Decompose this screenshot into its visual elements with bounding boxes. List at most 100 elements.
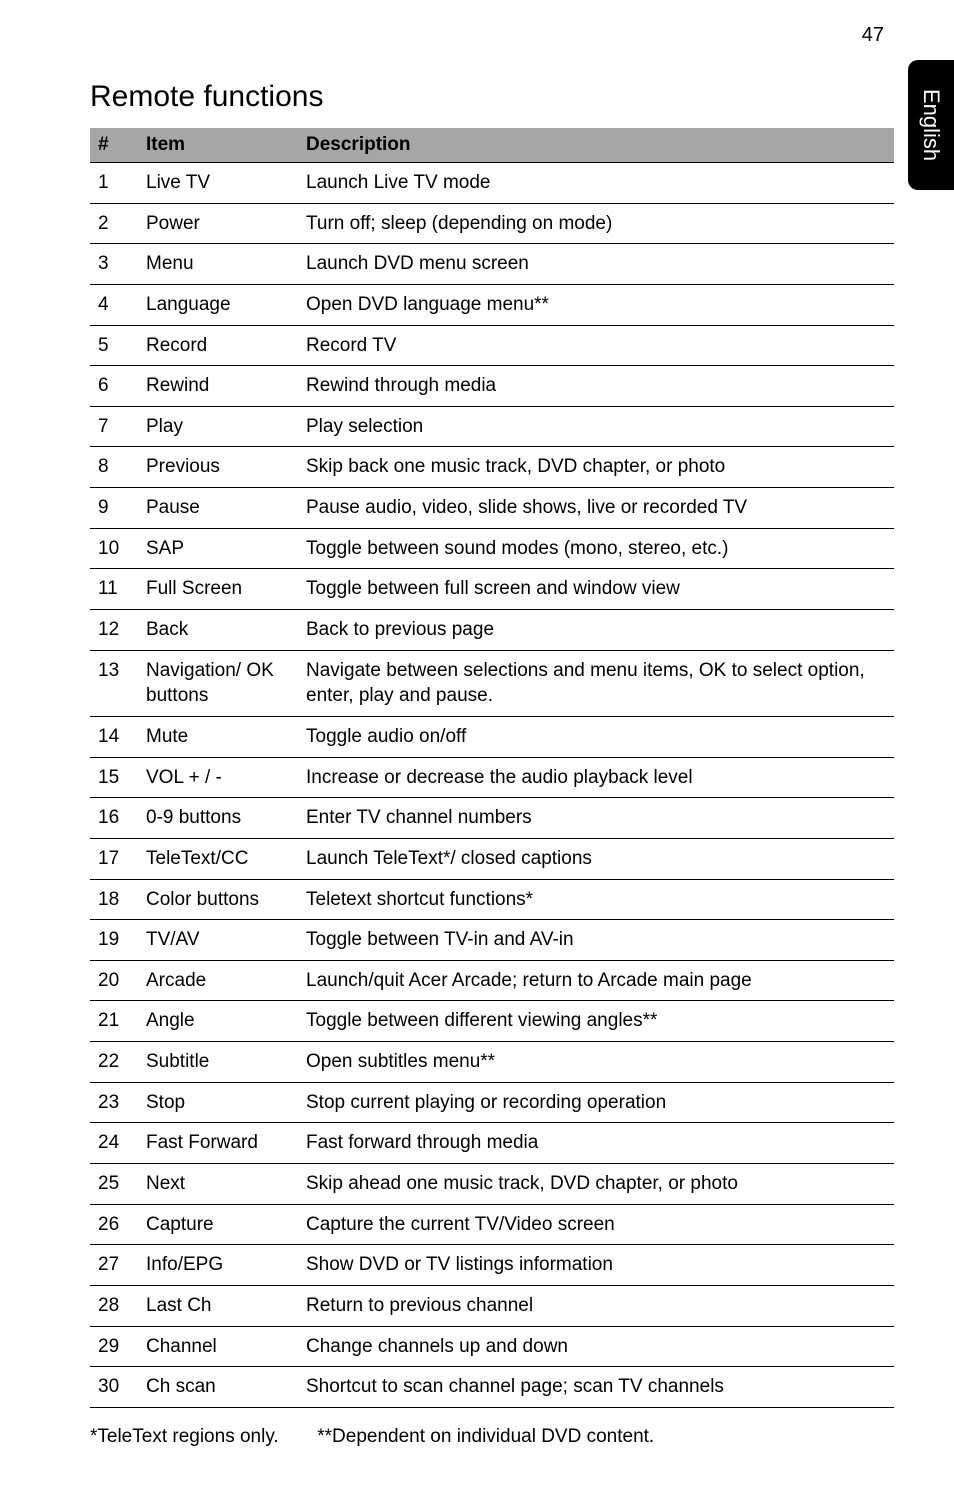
footnote-b: **Dependent on individual DVD content. (317, 1426, 654, 1447)
cell-item: Info/EPG (138, 1245, 298, 1286)
header-num: # (90, 128, 138, 163)
cell-num: 30 (90, 1367, 138, 1408)
cell-desc: Launch/quit Acer Arcade; return to Arcad… (298, 960, 894, 1001)
cell-num: 13 (90, 650, 138, 716)
cell-num: 12 (90, 610, 138, 651)
cell-num: 3 (90, 244, 138, 285)
table-row: 7PlayPlay selection (90, 406, 894, 447)
cell-num: 4 (90, 284, 138, 325)
table-header-row: # Item Description (90, 128, 894, 163)
table-row: 23StopStop current playing or recording … (90, 1082, 894, 1123)
cell-desc: Back to previous page (298, 610, 894, 651)
cell-item: VOL + / - (138, 757, 298, 798)
cell-desc: Teletext shortcut functions* (298, 879, 894, 920)
cell-item: Navigation/ OK buttons (138, 650, 298, 716)
cell-num: 27 (90, 1245, 138, 1286)
cell-item: Channel (138, 1326, 298, 1367)
cell-num: 21 (90, 1001, 138, 1042)
cell-desc: Navigate between selections and menu ite… (298, 650, 894, 716)
page-title: Remote functions (90, 80, 894, 114)
table-row: 9PausePause audio, video, slide shows, l… (90, 488, 894, 529)
cell-desc: Skip ahead one music track, DVD chapter,… (298, 1164, 894, 1205)
cell-num: 20 (90, 960, 138, 1001)
cell-item: Menu (138, 244, 298, 285)
cell-num: 6 (90, 366, 138, 407)
table-row: 29ChannelChange channels up and down (90, 1326, 894, 1367)
cell-desc: Turn off; sleep (depending on mode) (298, 203, 894, 244)
cell-num: 28 (90, 1285, 138, 1326)
table-row: 14MuteToggle audio on/off (90, 716, 894, 757)
cell-desc: Open DVD language menu** (298, 284, 894, 325)
table-row: 1Live TVLaunch Live TV mode (90, 163, 894, 204)
table-row: 22SubtitleOpen subtitles menu** (90, 1042, 894, 1083)
cell-num: 11 (90, 569, 138, 610)
cell-desc: Toggle between full screen and window vi… (298, 569, 894, 610)
cell-num: 24 (90, 1123, 138, 1164)
table-row: 12BackBack to previous page (90, 610, 894, 651)
cell-desc: Stop current playing or recording operat… (298, 1082, 894, 1123)
cell-item: Live TV (138, 163, 298, 204)
cell-num: 18 (90, 879, 138, 920)
cell-item: TV/AV (138, 920, 298, 961)
header-item: Item (138, 128, 298, 163)
cell-num: 25 (90, 1164, 138, 1205)
cell-item: Play (138, 406, 298, 447)
table-row: 8PreviousSkip back one music track, DVD … (90, 447, 894, 488)
cell-desc: Enter TV channel numbers (298, 798, 894, 839)
cell-num: 7 (90, 406, 138, 447)
cell-item: Pause (138, 488, 298, 529)
cell-desc: Show DVD or TV listings information (298, 1245, 894, 1286)
cell-desc: Launch DVD menu screen (298, 244, 894, 285)
cell-desc: Skip back one music track, DVD chapter, … (298, 447, 894, 488)
cell-item: TeleText/CC (138, 838, 298, 879)
cell-num: 19 (90, 920, 138, 961)
cell-desc: Rewind through media (298, 366, 894, 407)
cell-item: SAP (138, 528, 298, 569)
table-row: 2PowerTurn off; sleep (depending on mode… (90, 203, 894, 244)
cell-num: 1 (90, 163, 138, 204)
cell-item: Last Ch (138, 1285, 298, 1326)
cell-item: Ch scan (138, 1367, 298, 1408)
cell-item: Arcade (138, 960, 298, 1001)
table-row: 5RecordRecord TV (90, 325, 894, 366)
table-row: 24Fast ForwardFast forward through media (90, 1123, 894, 1164)
cell-num: 29 (90, 1326, 138, 1367)
cell-item: Angle (138, 1001, 298, 1042)
table-row: 4LanguageOpen DVD language menu** (90, 284, 894, 325)
cell-desc: Return to previous channel (298, 1285, 894, 1326)
page-number: 47 (862, 24, 884, 47)
footnote-a: *TeleText regions only. (90, 1426, 279, 1447)
cell-item: Back (138, 610, 298, 651)
cell-desc: Capture the current TV/Video screen (298, 1204, 894, 1245)
cell-desc: Increase or decrease the audio playback … (298, 757, 894, 798)
table-row: 27Info/EPGShow DVD or TV listings inform… (90, 1245, 894, 1286)
cell-item: Capture (138, 1204, 298, 1245)
cell-desc: Launch TeleText*/ closed captions (298, 838, 894, 879)
cell-item: Subtitle (138, 1042, 298, 1083)
cell-item: Mute (138, 716, 298, 757)
cell-num: 14 (90, 716, 138, 757)
language-tab: English (908, 60, 954, 190)
cell-item: Fast Forward (138, 1123, 298, 1164)
cell-num: 10 (90, 528, 138, 569)
cell-item: Color buttons (138, 879, 298, 920)
table-row: 160-9 buttonsEnter TV channel numbers (90, 798, 894, 839)
cell-desc: Change channels up and down (298, 1326, 894, 1367)
cell-desc: Pause audio, video, slide shows, live or… (298, 488, 894, 529)
cell-desc: Toggle audio on/off (298, 716, 894, 757)
cell-item: 0-9 buttons (138, 798, 298, 839)
cell-num: 23 (90, 1082, 138, 1123)
cell-desc: Toggle between TV-in and AV-in (298, 920, 894, 961)
table-row: 13Navigation/ OK buttonsNavigate between… (90, 650, 894, 716)
cell-desc: Record TV (298, 325, 894, 366)
cell-num: 9 (90, 488, 138, 529)
cell-desc: Play selection (298, 406, 894, 447)
cell-item: Record (138, 325, 298, 366)
table-row: 25NextSkip ahead one music track, DVD ch… (90, 1164, 894, 1205)
cell-item: Power (138, 203, 298, 244)
table-row: 17TeleText/CCLaunch TeleText*/ closed ca… (90, 838, 894, 879)
footnote: *TeleText regions only. **Dependent on i… (90, 1426, 894, 1448)
cell-item: Full Screen (138, 569, 298, 610)
cell-desc: Toggle between different viewing angles*… (298, 1001, 894, 1042)
table-row: 19TV/AVToggle between TV-in and AV-in (90, 920, 894, 961)
